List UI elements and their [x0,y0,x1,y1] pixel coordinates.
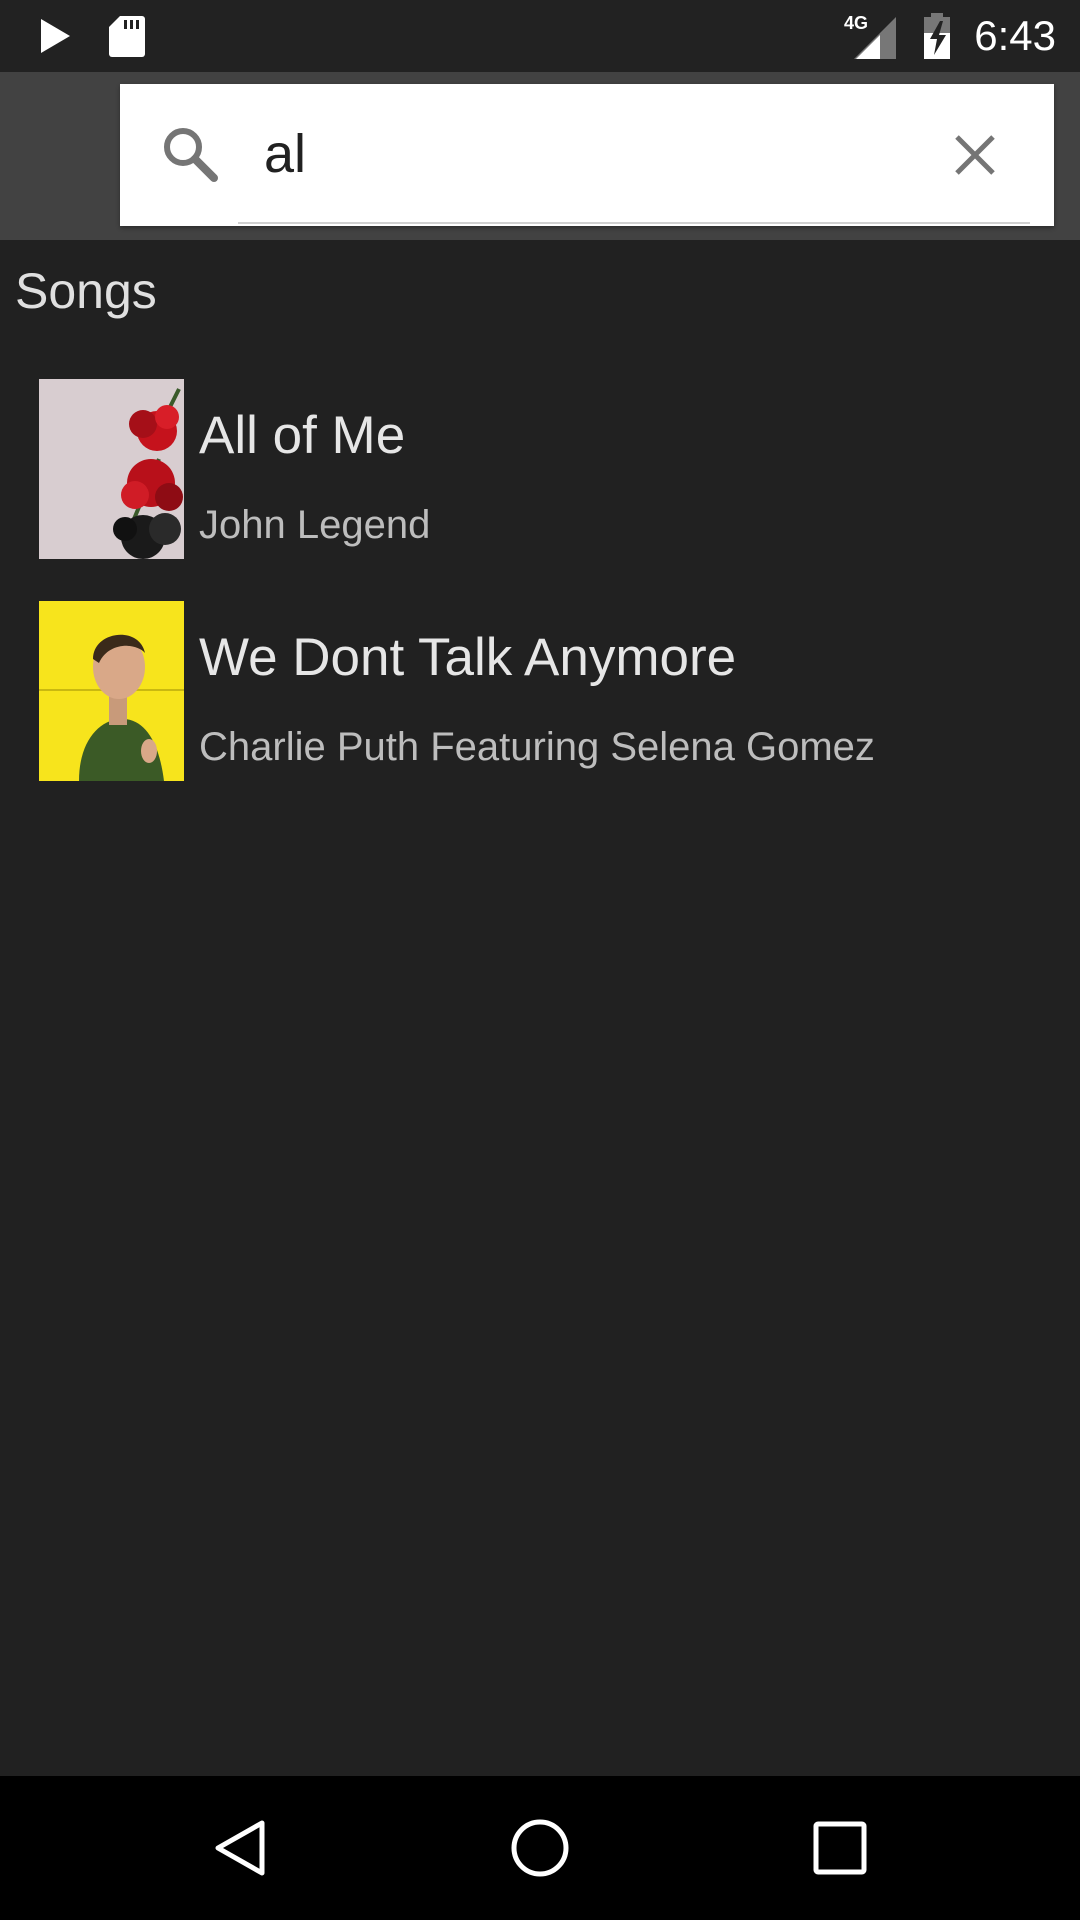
network-type-label: 4G [844,13,868,33]
battery-charging-icon [918,0,956,72]
status-bar: 4G 6:43 [0,0,1080,72]
status-time: 6:43 [974,12,1056,59]
sd-card-icon [104,0,150,72]
section-title-songs: Songs [15,263,157,319]
back-button[interactable] [190,1798,290,1898]
song-artist: John Legend [199,503,431,547]
song-list-item[interactable]: All of Me John Legend [0,379,1080,579]
recents-button[interactable] [790,1798,890,1898]
search-underline [238,222,1030,224]
signal-icon: 4G [842,0,898,72]
song-list-item[interactable]: We Dont Talk Anymore Charlie Puth Featur… [0,601,1080,801]
navigation-bar [0,1776,1080,1920]
album-art [39,379,184,559]
song-artist: Charlie Puth Featuring Selena Gomez [199,725,875,769]
recents-icon [813,1821,867,1875]
clear-search-button[interactable] [940,120,1010,190]
search-box [120,84,1054,226]
search-input[interactable] [264,108,964,200]
home-icon [511,1819,569,1877]
home-button[interactable] [490,1798,590,1898]
song-title: We Dont Talk Anymore [199,628,737,687]
search-header [0,72,1080,240]
back-icon [215,1820,265,1876]
search-icon [160,124,220,184]
close-icon [955,135,995,175]
play-store-icon [30,0,80,72]
song-title: All of Me [199,406,406,465]
album-art [39,601,184,781]
